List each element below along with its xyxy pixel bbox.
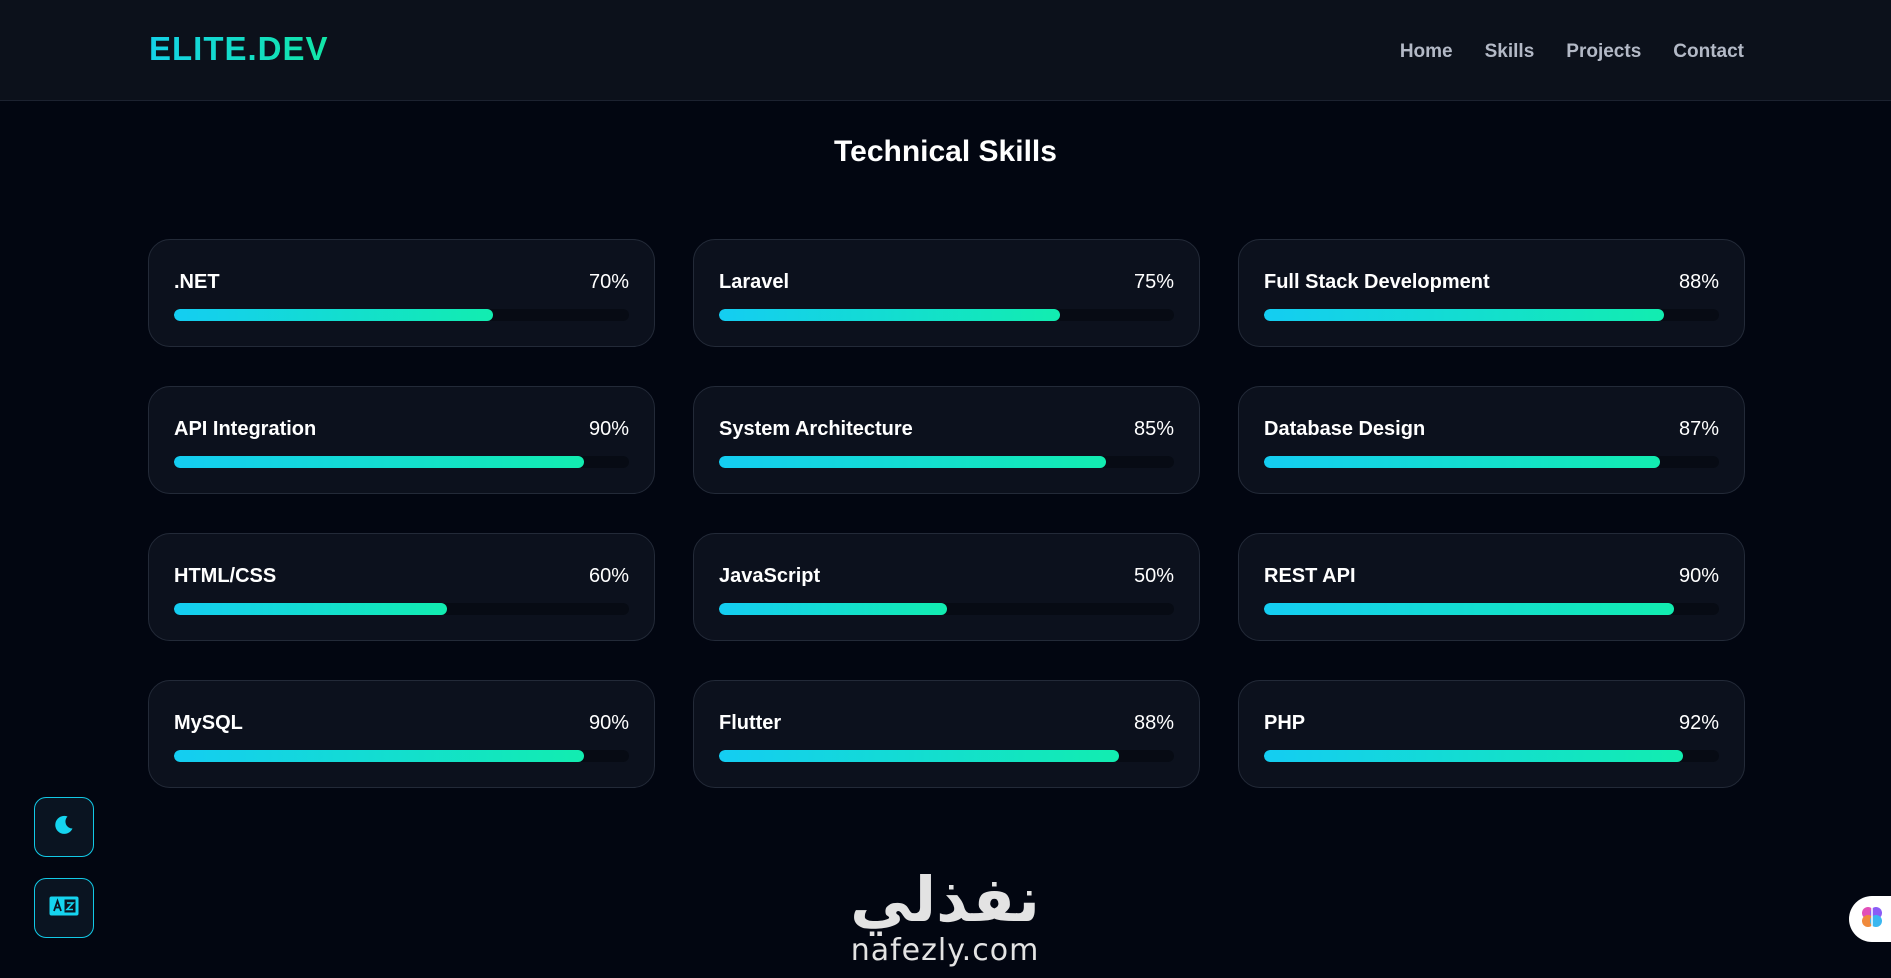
skill-progress-fill bbox=[719, 750, 1120, 762]
skill-card: .NET 70% bbox=[148, 239, 655, 347]
skill-name: Flutter bbox=[719, 712, 782, 734]
skill-percent: 75% bbox=[1133, 271, 1174, 293]
skill-card: Database Design 87% bbox=[1238, 386, 1745, 494]
skill-card: Laravel 75% bbox=[693, 239, 1200, 347]
skill-progress-fill bbox=[719, 309, 1061, 321]
skill-percent: 90% bbox=[588, 712, 629, 734]
skill-progress-fill bbox=[1264, 456, 1660, 468]
skill-name: PHP bbox=[1264, 712, 1306, 734]
skill-progress-track bbox=[719, 456, 1174, 468]
skill-name: Database Design bbox=[1264, 418, 1426, 440]
skill-card: Flutter 88% bbox=[693, 680, 1200, 788]
nav-link-projects[interactable]: Projects bbox=[1566, 41, 1641, 63]
nav-link-skills[interactable]: Skills bbox=[1485, 41, 1535, 63]
skill-percent: 70% bbox=[588, 271, 629, 293]
skill-progress-fill bbox=[1264, 750, 1683, 762]
skill-name: REST API bbox=[1264, 565, 1356, 587]
skill-progress-fill bbox=[174, 603, 447, 615]
brain-icon bbox=[1859, 904, 1885, 935]
section-title: Technical Skills bbox=[834, 135, 1057, 168]
skill-name: Full Stack Development bbox=[1264, 271, 1490, 293]
skill-card: System Architecture 85% bbox=[693, 386, 1200, 494]
watermark: نفذلي nafezly.com bbox=[800, 863, 1090, 969]
skill-name: Laravel bbox=[719, 271, 790, 293]
translate-icon bbox=[49, 896, 79, 921]
skill-name: MySQL bbox=[174, 712, 243, 734]
nav-link-contact[interactable]: Contact bbox=[1673, 41, 1744, 63]
skills-grid: .NET 70% Laravel 75% Full Stack Developm… bbox=[148, 239, 1745, 788]
skill-progress-fill bbox=[1264, 603, 1674, 615]
skill-progress-track bbox=[719, 309, 1174, 321]
skill-progress-fill bbox=[1264, 309, 1665, 321]
skill-card: MySQL 90% bbox=[148, 680, 655, 788]
skill-percent: 88% bbox=[1133, 712, 1174, 734]
skill-card: PHP 92% bbox=[1238, 680, 1745, 788]
skill-name: API Integration bbox=[174, 418, 317, 440]
skill-progress-track bbox=[174, 750, 629, 762]
skill-percent: 90% bbox=[1678, 565, 1719, 587]
skill-progress-fill bbox=[174, 750, 584, 762]
nav-link-home[interactable]: Home bbox=[1400, 41, 1453, 63]
skill-progress-track bbox=[174, 456, 629, 468]
skill-percent: 85% bbox=[1133, 418, 1174, 440]
skill-progress-track bbox=[174, 603, 629, 615]
theme-toggle-button[interactable] bbox=[34, 797, 94, 857]
skill-percent: 50% bbox=[1133, 565, 1174, 587]
skill-progress-track bbox=[1264, 309, 1719, 321]
skill-progress-fill bbox=[719, 456, 1106, 468]
skill-percent: 88% bbox=[1678, 271, 1719, 293]
skill-percent: 60% bbox=[588, 565, 629, 587]
skill-percent: 90% bbox=[588, 418, 629, 440]
skill-card: JavaScript 50% bbox=[693, 533, 1200, 641]
skill-percent: 87% bbox=[1678, 418, 1719, 440]
skill-card: API Integration 90% bbox=[148, 386, 655, 494]
skill-card: Full Stack Development 88% bbox=[1238, 239, 1745, 347]
skill-progress-fill bbox=[174, 309, 493, 321]
skill-name: HTML/CSS bbox=[174, 565, 277, 587]
skill-percent: 92% bbox=[1678, 712, 1719, 734]
skill-name: JavaScript bbox=[719, 565, 821, 587]
skill-progress-track bbox=[174, 309, 629, 321]
skill-progress-track bbox=[719, 750, 1174, 762]
skill-card: HTML/CSS 60% bbox=[148, 533, 655, 641]
assistant-button[interactable] bbox=[1849, 896, 1891, 942]
moon-icon bbox=[52, 813, 76, 842]
skill-card: REST API 90% bbox=[1238, 533, 1745, 641]
site-header: ELITE.DEV Home Skills Projects Contact bbox=[0, 0, 1891, 101]
watermark-url: nafezly.com bbox=[850, 933, 1040, 968]
main-nav: Home Skills Projects Contact bbox=[1400, 41, 1744, 63]
skill-progress-fill bbox=[719, 603, 947, 615]
skill-progress-fill bbox=[174, 456, 584, 468]
watermark-arabic: نفذلي bbox=[850, 863, 1040, 936]
skill-name: .NET bbox=[174, 271, 220, 293]
skill-progress-track bbox=[1264, 456, 1719, 468]
skill-progress-track bbox=[719, 603, 1174, 615]
site-logo[interactable]: ELITE.DEV bbox=[149, 30, 329, 68]
skill-progress-track bbox=[1264, 750, 1719, 762]
language-toggle-button[interactable] bbox=[34, 878, 94, 938]
skill-name: System Architecture bbox=[719, 418, 913, 440]
skill-progress-track bbox=[1264, 603, 1719, 615]
